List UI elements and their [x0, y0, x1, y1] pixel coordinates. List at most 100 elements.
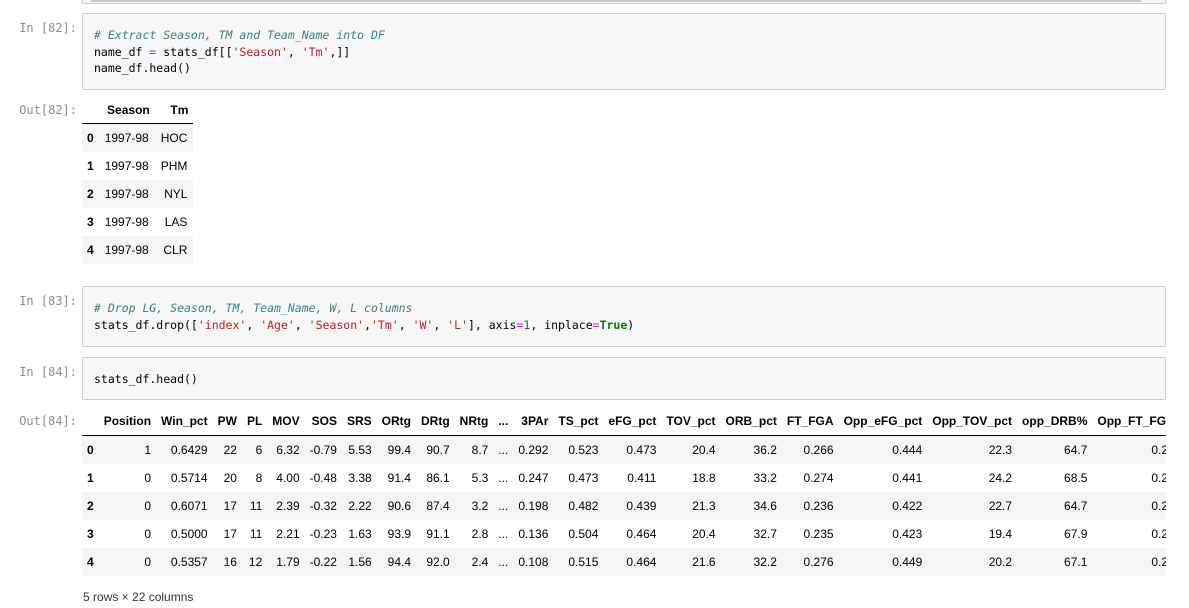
code-token: , — [246, 317, 261, 332]
table-cell: 0.411 — [627, 471, 657, 485]
table-cell: 1997-98 — [104, 243, 149, 257]
code-token: name_df.head() — [94, 61, 191, 75]
table-cell: 1997-98 — [104, 159, 149, 173]
code-line: name_df = stats_df[['Season', 'Tm',]] — [94, 44, 385, 61]
code-string: 'Season' — [308, 317, 365, 332]
table-cell: 99.4 — [387, 443, 411, 457]
table-cell: 90.6 — [387, 499, 411, 513]
column-header: MOV — [267, 406, 305, 436]
table-cell: 20.2 — [988, 555, 1013, 569]
row-index: 3 — [87, 527, 94, 541]
table-cell: 0.292 — [518, 443, 549, 457]
code-editor-84[interactable]: stats_df.head() — [94, 371, 198, 388]
code-cell-83[interactable]: # Drop LG, Season, TM, Team_Name, W, L c… — [82, 286, 1166, 347]
column-header: opp_DRB% — [1017, 406, 1093, 436]
dataframe-shape-caption: 5 rows × 22 columns — [83, 590, 194, 604]
row-index: 1 — [87, 471, 94, 485]
table-row: 0 1997-98 HOC — [82, 123, 194, 152]
table-cell: 92.0 — [426, 555, 450, 569]
table-cell: 17 — [223, 527, 237, 541]
table-cell: 0.482 — [568, 499, 599, 513]
table-cell: 0.6071 — [170, 499, 208, 513]
column-header: ORB_pct — [720, 406, 782, 436]
row-index: 4 — [87, 243, 94, 257]
table-cell: 20.4 — [692, 527, 716, 541]
previous-cell-edge — [82, 0, 1166, 4]
table-cell: 0.422 — [892, 499, 923, 513]
input-prompt-83: In [83]: — [19, 294, 77, 308]
table-cell: 22 — [223, 443, 237, 457]
table-cell: 17 — [223, 499, 237, 513]
table-row: 2 1997-98 NYL — [82, 180, 194, 208]
row-index: 0 — [87, 131, 94, 145]
table-cell: 0.5357 — [170, 555, 208, 569]
index-header — [82, 406, 99, 436]
code-editor-83[interactable]: # Drop LG, Season, TM, Team_Name, W, L c… — [94, 300, 634, 333]
code-string: 'Age' — [260, 317, 295, 332]
table-cell: 0.473 — [626, 443, 657, 457]
table-cell: 64.7 — [1064, 443, 1088, 457]
dataframe-stats-df: Position Win_pct PW PL MOV SOS SRS ORtg DRtg NRtg… — [82, 406, 1166, 576]
table-cell: ... — [498, 555, 509, 569]
table-cell: 2.22 — [348, 499, 372, 513]
table-cell: 33.2 — [753, 471, 777, 485]
table-cell: 0.247 — [518, 471, 549, 485]
row-index: 2 — [87, 499, 94, 513]
code-string: 'Season' — [232, 44, 288, 59]
code-token: , — [294, 317, 309, 332]
table-cell: 0.266 — [803, 443, 834, 457]
table-cell: 1.63 — [348, 527, 372, 541]
table-cell: 87.4 — [426, 499, 450, 513]
code-line: # Drop LG, Season, TM, Team_Name, W, L c… — [94, 300, 634, 317]
code-cell-82[interactable]: # Extract Season, TM and Team_Name into … — [82, 13, 1166, 90]
row-index: 3 — [87, 215, 94, 229]
column-header: FT_FGA — [781, 406, 839, 436]
table-row: 4 1997-98 CLR — [82, 236, 194, 264]
table-cell: 1.79 — [276, 555, 300, 569]
table-cell: PHM — [160, 159, 188, 173]
table-cell: 6 — [255, 443, 263, 457]
column-header: Win_pct — [156, 406, 213, 436]
table-cell: 2.8 — [471, 527, 489, 541]
row-index: 0 — [87, 443, 94, 457]
column-header: NRtg — [454, 406, 494, 436]
code-cell-84[interactable]: stats_df.head() — [82, 357, 1166, 400]
table-cell: -0.22 — [309, 555, 337, 569]
code-token: , — [287, 44, 302, 59]
column-header: Opp_eFG_pct — [838, 406, 928, 436]
table-cell: 5.3 — [471, 471, 489, 485]
code-token: ,]] — [329, 44, 351, 59]
row-index: 1 — [87, 159, 94, 173]
code-comment: # Drop LG, Season, TM, Team_Name, W, L c… — [94, 301, 413, 315]
code-token: True — [599, 317, 628, 332]
table-cell: 0.5000 — [170, 527, 208, 541]
table-cell: 8 — [255, 471, 263, 485]
table-cell: 0.523 — [568, 443, 599, 457]
table-cell: 16 — [223, 555, 237, 569]
table-cell: NYL — [164, 187, 188, 201]
table-cell: 32.7 — [753, 527, 777, 541]
code-token: ) — [627, 317, 635, 332]
table-cell: 0.464 — [626, 527, 657, 541]
table-cell: ... — [498, 527, 509, 541]
table-cell: 20 — [223, 471, 237, 485]
column-header: 3PAr — [513, 406, 554, 436]
table-cell: 32.2 — [753, 555, 777, 569]
index-header — [82, 96, 99, 124]
table-cell: 0.236 — [803, 499, 834, 513]
column-header: ORtg — [376, 406, 416, 436]
table-cell: 91.4 — [387, 471, 411, 485]
table-row: 1 1997-98 PHM — [82, 152, 193, 180]
input-prompt-82: In [82]: — [19, 21, 77, 35]
dataframe-scroll-area[interactable]: Position Win_pct PW PL MOV SOS SRS ORtg DRtg NRtg… — [82, 406, 1166, 578]
table-cell: -0.32 — [309, 499, 337, 513]
output-prompt-84: Out[84]: — [19, 414, 77, 428]
code-token: name_df — [94, 44, 150, 59]
code-editor-82[interactable]: # Extract Season, TM and Team_Name into … — [94, 27, 385, 77]
table-cell: 1 — [144, 443, 152, 457]
table-cell: 67.1 — [1064, 555, 1088, 569]
table-header-row: Position Win_pct PW PL MOV SOS SRS ORtg DRtg NRtg… — [82, 406, 1166, 436]
table-cell: 2.4 — [471, 555, 489, 569]
table-cell: 24.2 — [988, 471, 1013, 485]
code-string: 'L' — [447, 317, 468, 332]
